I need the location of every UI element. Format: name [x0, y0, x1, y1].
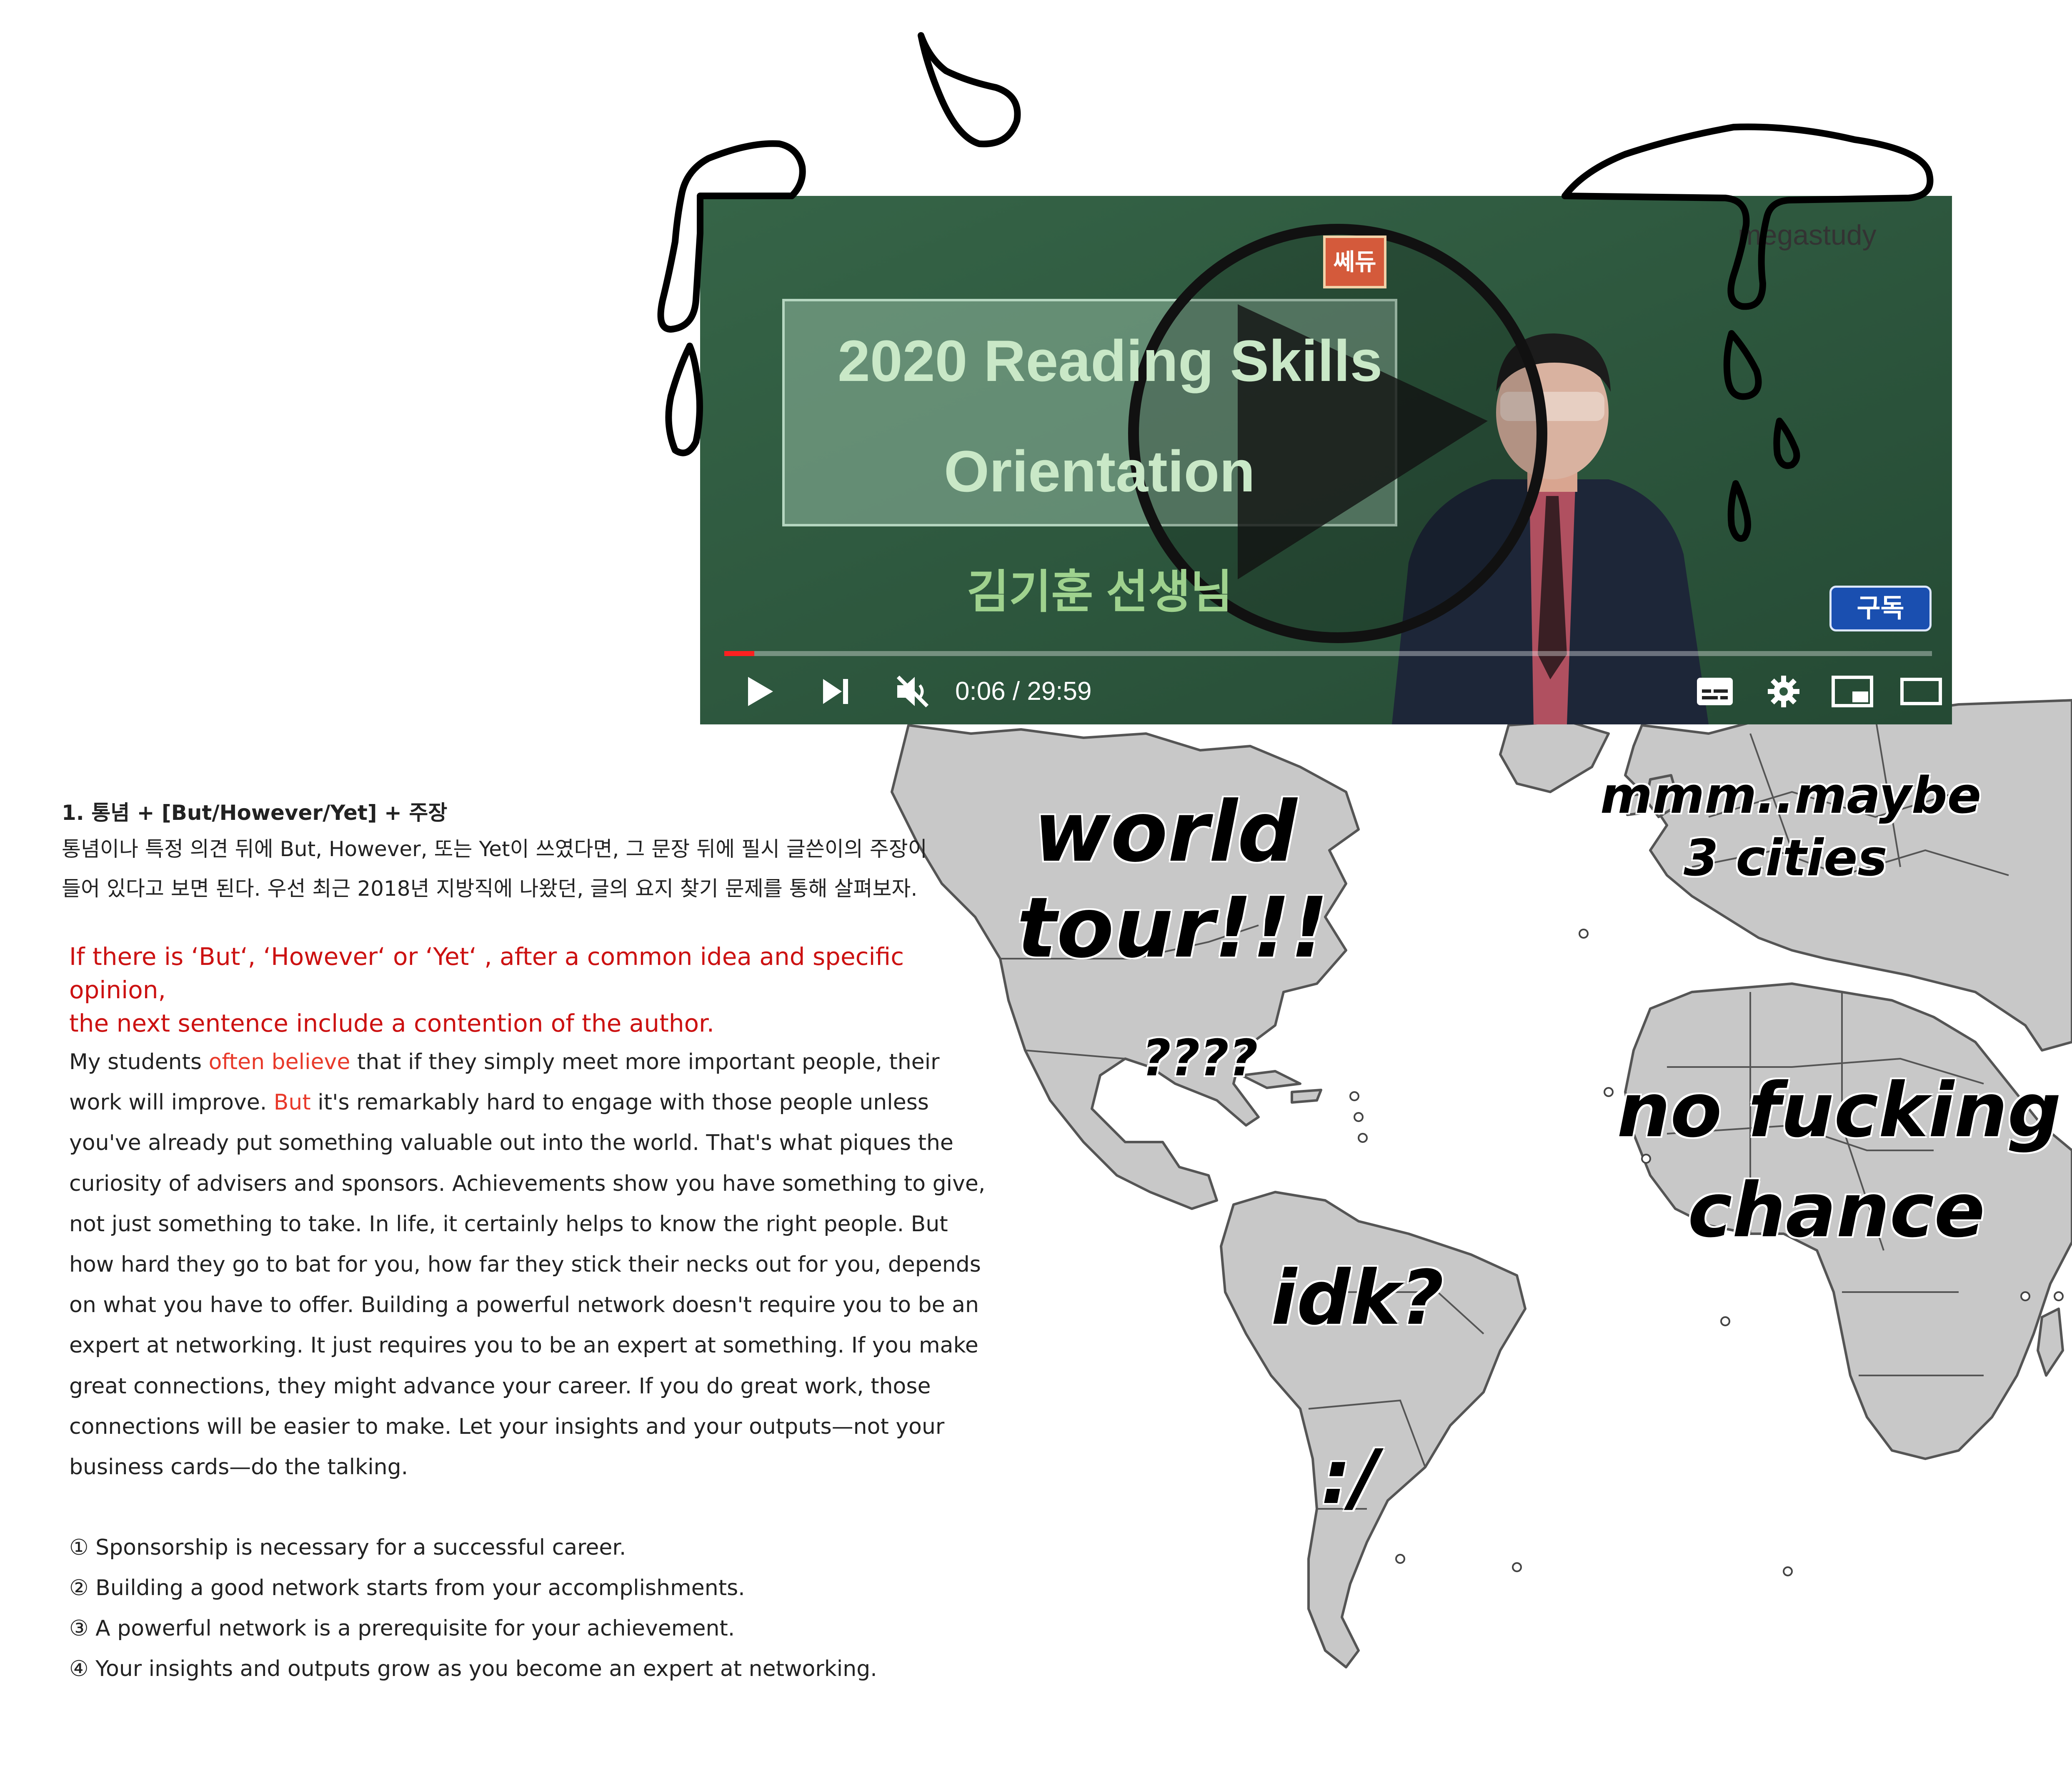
answer-option: ② Building a good network starts from yo…	[69, 1576, 745, 1601]
play-icon	[748, 677, 773, 706]
passage-text: it's remarkably hard to engage with thos…	[69, 1090, 986, 1480]
settings-button[interactable]	[1759, 659, 1809, 724]
answer-option: ① Sponsorship is necessary for a success…	[69, 1535, 626, 1560]
next-button[interactable]	[811, 659, 861, 724]
english-translation: If there is ‘But‘, ‘However‘ or ‘Yet‘ , …	[69, 940, 998, 1040]
progress-bar[interactable]	[724, 651, 1932, 656]
subtitles-button[interactable]	[1690, 659, 1740, 724]
article-intro: 통념이나 특정 의견 뒤에 But, However, 또는 Yet이 쓰였다면…	[62, 829, 995, 909]
settings-icon	[1768, 676, 1799, 707]
article-intro-line: 들어 있다고 보면 된다. 우선 최근 2018년 지방직에 나왔던, 글의 요…	[62, 877, 918, 901]
map-label-africa-no: no fucking	[1617, 1067, 2062, 1154]
greenland-shape	[1499, 720, 1610, 793]
subtitles-icon	[1697, 678, 1733, 705]
player-controls: 0:06 / 29:59	[700, 659, 1952, 724]
video-slide-title: 2020 Reading Skills	[838, 328, 1383, 393]
map-label-europe-maybe: mmm..maybe	[1600, 767, 1982, 825]
next-icon	[823, 679, 848, 704]
map-label-africa-chance: chance	[1688, 1167, 1985, 1254]
video-slide-subtitle: Orientation	[944, 438, 1255, 504]
answer-option: ④ Your insights and outputs grow as you …	[69, 1656, 877, 1681]
play-button[interactable]	[733, 659, 783, 724]
theater-button[interactable]	[1896, 659, 1946, 724]
mute-button[interactable]	[888, 659, 938, 724]
time-display: 0:06 / 29:59	[955, 677, 1092, 706]
translation-line: the next sentence include a contention o…	[69, 1009, 715, 1037]
answer-options: ① Sponsorship is necessary for a success…	[69, 1528, 877, 1689]
translation-line: If there is ‘But‘, ‘However‘ or ‘Yet‘ , …	[69, 942, 904, 1004]
progress-fill	[724, 651, 755, 656]
reading-passage: My students often believe that if they s…	[69, 1042, 998, 1488]
video-watermark: megastudy	[1738, 219, 1877, 251]
subscribe-button[interactable]: 구독	[1829, 586, 1932, 631]
passage-highlight: often believe	[208, 1050, 350, 1075]
map-label-patagonia: :/	[1321, 1434, 1379, 1521]
muted-volume-icon	[896, 675, 929, 708]
miniplayer-button[interactable]	[1827, 659, 1877, 724]
passage-highlight: But	[273, 1090, 311, 1115]
passage-text: My students	[69, 1050, 209, 1075]
theater-icon	[1900, 678, 1942, 705]
map-label-south-america: idk?	[1271, 1255, 1444, 1342]
map-label-world: world	[1033, 784, 1297, 881]
map-label-tour: tour!!!	[1017, 879, 1329, 977]
article-intro-line: 통념이나 특정 의견 뒤에 But, However, 또는 Yet이 쓰였다면…	[62, 837, 927, 861]
map-label-europe-cities: 3 cities	[1684, 829, 1887, 887]
miniplayer-icon	[1832, 676, 1873, 707]
video-player[interactable]: 2020 Reading Skills Orientation 김기훈 선생님 …	[700, 196, 1952, 724]
article-heading: 1. 통념 + [But/However/Yet] + 주장	[62, 801, 448, 825]
map-label-central-america: ????	[1142, 1030, 1258, 1087]
video-brand-badge: 쎄듀	[1323, 235, 1386, 288]
answer-option: ③ A powerful network is a prerequisite f…	[69, 1616, 735, 1641]
video-teacher-name: 김기훈 선생님	[967, 566, 1233, 618]
